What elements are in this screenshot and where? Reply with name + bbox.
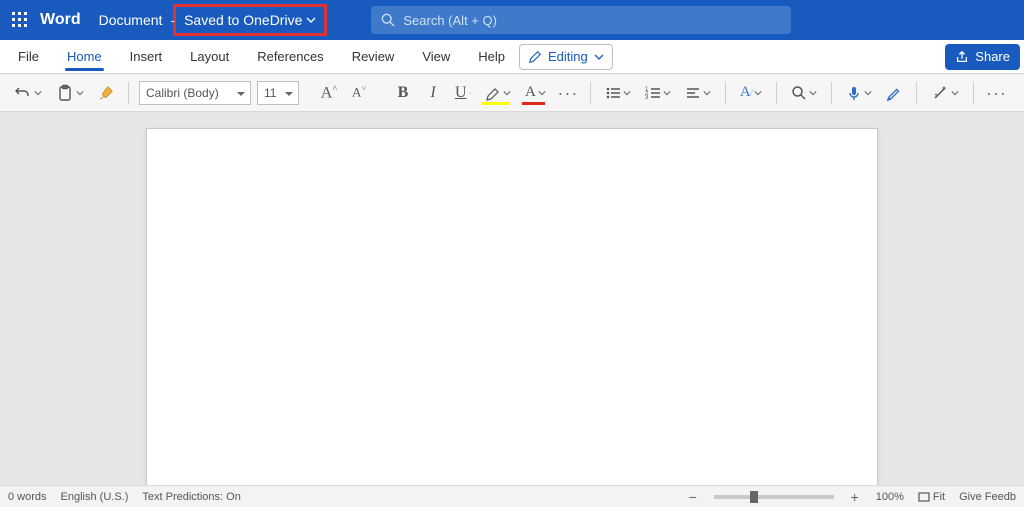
app-name: Word <box>40 11 81 29</box>
styles-button[interactable]: A⁄ <box>736 80 767 106</box>
share-icon <box>955 50 969 64</box>
document-page[interactable] <box>146 128 878 485</box>
fit-icon <box>918 491 930 503</box>
bold-button[interactable]: B <box>391 81 415 105</box>
separator <box>776 82 777 104</box>
numbering-icon: 123 <box>645 85 661 101</box>
tab-view[interactable]: View <box>408 40 464 74</box>
tab-layout[interactable]: Layout <box>176 40 243 74</box>
shrink-font-button[interactable]: A˅ <box>347 81 371 105</box>
tab-review[interactable]: Review <box>338 40 409 74</box>
share-button[interactable]: Share <box>945 44 1020 70</box>
chevron-down-icon <box>951 89 959 97</box>
app-launcher-icon[interactable] <box>0 0 40 40</box>
designer-button[interactable] <box>927 80 963 106</box>
separator <box>916 82 917 104</box>
zoom-out-button[interactable]: − <box>686 489 700 505</box>
highlight-button[interactable] <box>481 80 515 106</box>
font-name-select[interactable]: Calibri (Body) <box>139 81 251 105</box>
title-bar: Word Document - Saved to OneDrive Search… <box>0 0 1024 40</box>
editing-label: Editing <box>548 49 588 64</box>
document-name[interactable]: Document <box>99 12 163 28</box>
format-painter-button[interactable] <box>94 81 118 105</box>
chevron-down-icon <box>469 89 471 97</box>
italic-button[interactable]: I <box>421 81 445 105</box>
numbering-button[interactable]: 123 <box>641 80 675 106</box>
tab-references[interactable]: References <box>243 40 337 74</box>
separator <box>590 82 591 104</box>
more-commands[interactable]: ··· <box>984 81 1008 105</box>
pencil-icon <box>528 50 542 64</box>
chevron-down-icon <box>623 89 631 97</box>
paste-button[interactable] <box>52 80 88 106</box>
word-count[interactable]: 0 words <box>8 491 47 503</box>
tab-row: File Home Insert Layout References Revie… <box>0 40 1024 74</box>
document-canvas[interactable] <box>0 112 1024 485</box>
share-label: Share <box>975 49 1010 64</box>
microphone-icon <box>846 85 862 101</box>
zoom-in-button[interactable]: + <box>848 489 862 505</box>
status-bar: 0 words English (U.S.) Text Predictions:… <box>0 485 1024 507</box>
chevron-down-icon <box>34 89 42 97</box>
font-name-value: Calibri (Body) <box>146 86 219 100</box>
align-icon <box>685 85 701 101</box>
bullets-button[interactable] <box>601 80 635 106</box>
editor-button[interactable] <box>882 81 906 105</box>
text-predictions-status[interactable]: Text Predictions: On <box>142 491 240 503</box>
search-icon <box>791 85 807 101</box>
separator <box>973 82 974 104</box>
bullets-icon <box>605 85 621 101</box>
zoom-slider[interactable] <box>714 495 834 499</box>
separator <box>128 82 129 104</box>
chevron-down-icon <box>754 89 762 97</box>
chevron-down-icon <box>503 89 511 97</box>
separator <box>725 82 726 104</box>
chevron-down-icon <box>538 89 546 97</box>
dictate-button[interactable] <box>842 80 876 106</box>
search-icon <box>381 13 395 27</box>
saved-status-label: Saved to OneDrive <box>184 12 302 28</box>
ribbon-toolbar: Calibri (Body) 11 A˄ A˅ B I U A ··· 123 … <box>0 74 1024 112</box>
separator-dash: - <box>170 12 175 28</box>
tab-home[interactable]: Home <box>53 40 116 74</box>
font-color-button[interactable]: A <box>521 80 550 106</box>
give-feedback-button[interactable]: Give Feedb <box>959 491 1016 503</box>
chevron-down-icon <box>864 89 872 97</box>
saved-status-dropdown[interactable]: Saved to OneDrive <box>173 4 327 36</box>
chevron-down-icon <box>594 52 604 62</box>
editor-pen-icon <box>886 84 902 102</box>
undo-button[interactable] <box>10 80 46 106</box>
chevron-down-icon <box>663 89 671 97</box>
grow-font-button[interactable]: A˄ <box>317 81 341 105</box>
fit-button[interactable]: Fit <box>918 491 945 503</box>
chevron-down-icon <box>306 15 316 25</box>
highlighter-icon <box>485 85 501 101</box>
find-button[interactable] <box>787 80 821 106</box>
tab-insert[interactable]: Insert <box>116 40 177 74</box>
align-button[interactable] <box>681 80 715 106</box>
more-font-options[interactable]: ··· <box>556 81 580 105</box>
separator <box>831 82 832 104</box>
chevron-down-icon <box>703 89 711 97</box>
font-size-value: 11 <box>264 86 276 100</box>
editing-mode-dropdown[interactable]: Editing <box>519 44 613 70</box>
underline-button[interactable]: U <box>451 81 475 105</box>
search-placeholder: Search (Alt + Q) <box>403 13 497 28</box>
language-status[interactable]: English (U.S.) <box>61 491 129 503</box>
tab-help[interactable]: Help <box>464 40 519 74</box>
paintbrush-icon <box>98 84 114 102</box>
clipboard-icon <box>56 84 74 102</box>
magic-wand-icon <box>931 84 949 102</box>
zoom-thumb[interactable] <box>750 491 758 503</box>
zoom-level[interactable]: 100% <box>876 491 904 503</box>
search-input[interactable]: Search (Alt + Q) <box>371 6 791 34</box>
font-size-select[interactable]: 11 <box>257 81 299 105</box>
chevron-down-icon <box>76 89 84 97</box>
svg-text:3: 3 <box>645 95 649 101</box>
chevron-down-icon <box>809 89 817 97</box>
tab-file[interactable]: File <box>0 40 53 74</box>
